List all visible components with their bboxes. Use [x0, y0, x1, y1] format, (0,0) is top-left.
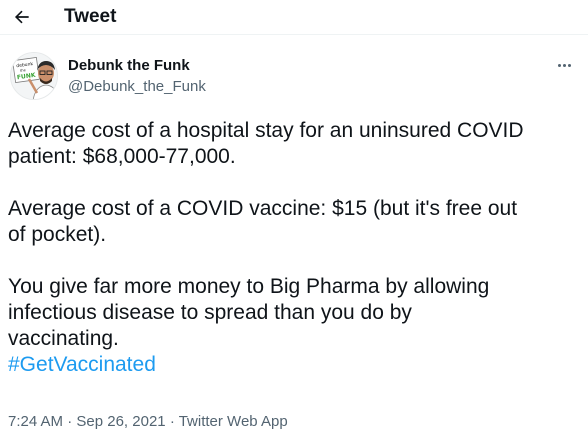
tweet-line: Average cost of a hospital stay for an u… [8, 119, 524, 142]
avatar[interactable]: debunk the FUNK [10, 52, 58, 100]
page-title: Tweet [64, 6, 117, 27]
meta-separator: · [67, 413, 73, 430]
svg-text:the: the [20, 68, 26, 73]
tweet-text: Average cost of a hospital stay for an u… [8, 118, 584, 378]
more-options-button[interactable] [552, 56, 576, 74]
back-button[interactable] [8, 3, 36, 31]
tweet-source[interactable]: Twitter Web App [179, 413, 288, 430]
tweet-line: Average cost of a COVID vaccine: $15 (bu… [8, 197, 518, 220]
more-horizontal-icon [557, 63, 561, 67]
tweet-line: infectious disease to spread than you do… [8, 301, 412, 324]
more-horizontal-icon-dot [567, 63, 571, 67]
tweet-line: vaccinating. [8, 327, 119, 350]
tweet-line: of pocket). [8, 223, 107, 246]
tweet-line: patient: $68,000-77,000. [8, 145, 236, 168]
meta-separator: · [169, 413, 175, 430]
author-handle[interactable]: @Debunk_the_Funk [68, 78, 206, 96]
tweet-date[interactable]: Sep 26, 2021 [76, 413, 165, 430]
tweet-metadata: 7:24 AM · Sep 26, 2021 · Twitter Web App [8, 413, 288, 431]
hashtag-link[interactable]: #GetVaccinated [8, 353, 156, 376]
header-divider [0, 34, 588, 35]
top-bar: Tweet [0, 0, 588, 34]
avatar-illustration: debunk the FUNK [11, 53, 57, 99]
author-display-name[interactable]: Debunk the Funk [68, 57, 190, 75]
more-horizontal-icon-dot [562, 63, 566, 67]
tweet-time[interactable]: 7:24 AM [8, 413, 63, 430]
tweet-line: You give far more money to Big Pharma by… [8, 275, 490, 298]
arrow-left-icon [14, 10, 29, 24]
